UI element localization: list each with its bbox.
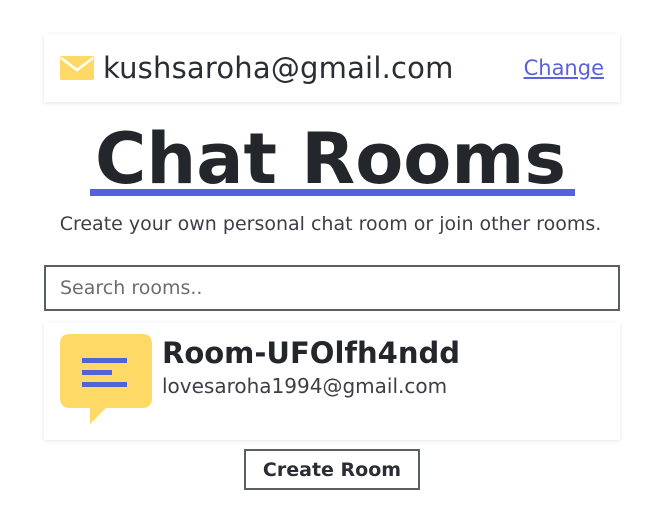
title-underline <box>90 189 575 196</box>
change-user-link[interactable]: Change <box>524 56 604 80</box>
create-room-button[interactable]: Create Room <box>244 449 420 490</box>
user-email: kushsaroha@gmail.com <box>103 51 454 85</box>
room-name: Room-UFOlfh4ndd <box>162 336 460 370</box>
page-subtitle: Create your own personal chat room or jo… <box>59 213 602 235</box>
chat-bubble-icon <box>60 334 152 426</box>
room-list-item[interactable]: Room-UFOlfh4ndd lovesaroha1994@gmail.com <box>44 322 620 440</box>
room-owner-email: lovesaroha1994@gmail.com <box>162 374 448 398</box>
user-card: kushsaroha@gmail.com Change <box>44 34 620 102</box>
search-input[interactable] <box>44 265 620 311</box>
envelope-icon <box>60 56 94 80</box>
